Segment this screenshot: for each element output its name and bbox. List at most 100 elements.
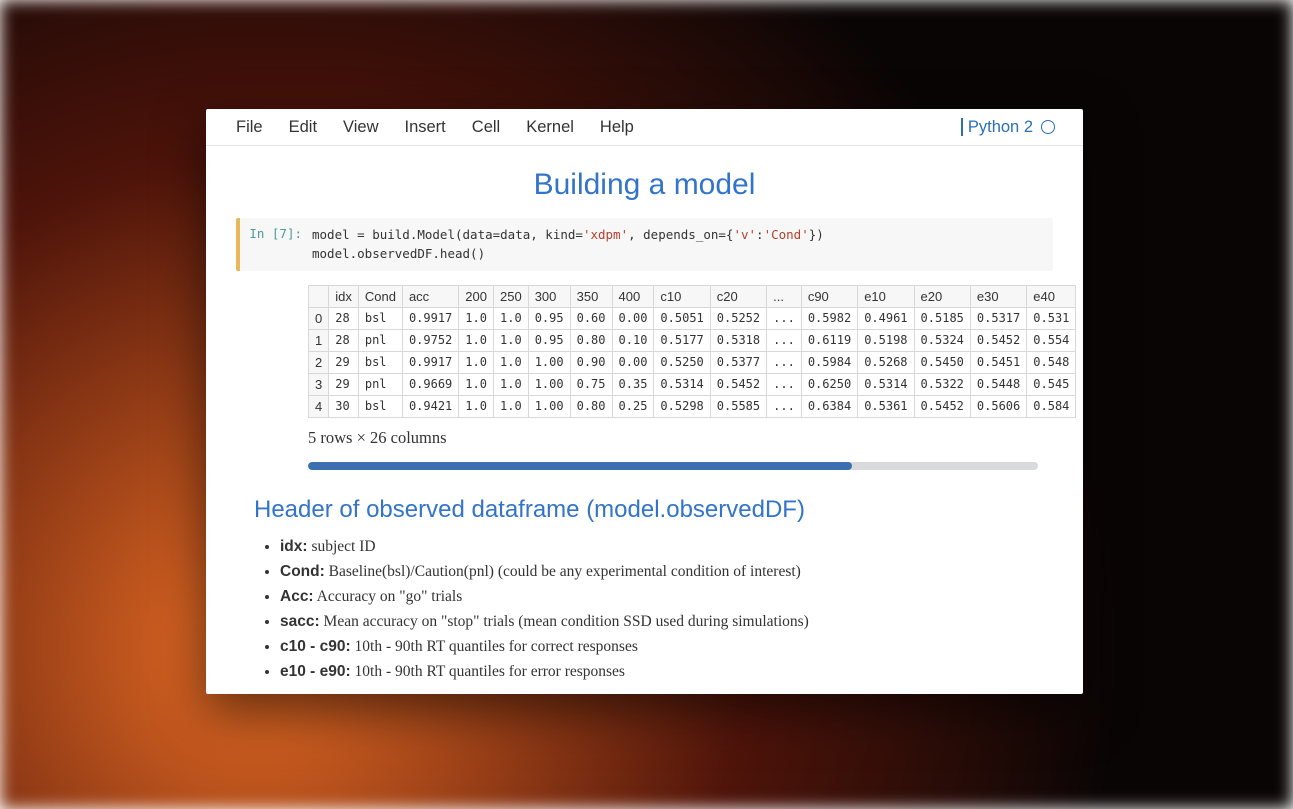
col-header: 400 <box>612 285 654 307</box>
cell-value: 0.25 <box>612 395 654 417</box>
cell-value: 0.80 <box>570 329 612 351</box>
cell-value: 0.6250 <box>801 373 857 395</box>
cell-value: 0.5322 <box>914 373 970 395</box>
list-item: Acc: Accuracy on "go" trials <box>280 584 1053 609</box>
cell-value: 0.5314 <box>654 373 710 395</box>
cell-value: 0.5984 <box>801 351 857 373</box>
cell-value: 0.5198 <box>858 329 914 351</box>
page-title: Building a model <box>236 168 1053 202</box>
cell-value: 0.75 <box>570 373 612 395</box>
menu-view[interactable]: View <box>343 118 378 137</box>
col-header: 300 <box>528 285 570 307</box>
row-index: 4 <box>309 395 329 417</box>
cell-value: 29 <box>329 351 359 373</box>
cell-value: 0.5452 <box>914 395 970 417</box>
cell-value: pnl <box>358 329 402 351</box>
kernel-indicator[interactable]: Python 2 <box>961 118 1055 137</box>
table-row: 128pnl0.97521.01.00.950.800.100.51770.53… <box>309 329 1076 351</box>
cell-output: idxCondacc200250300350400c10c20...c90e10… <box>308 285 1053 418</box>
horizontal-scrollbar[interactable] <box>308 462 1038 470</box>
menu-cell[interactable]: Cell <box>472 118 500 137</box>
cell-value: pnl <box>358 373 402 395</box>
menu-edit[interactable]: Edit <box>289 118 317 137</box>
cell-value: 0.5606 <box>970 395 1026 417</box>
cell-value: 1.0 <box>494 395 529 417</box>
code-cell[interactable]: In [7]: model = build.Model(data=data, k… <box>236 218 1053 271</box>
cell-value: 0.5185 <box>914 307 970 329</box>
cell-value: 0.5051 <box>654 307 710 329</box>
row-index: 0 <box>309 307 329 329</box>
cell-value: 0.5314 <box>858 373 914 395</box>
cell-value: 1.0 <box>459 307 494 329</box>
cell-value: 1.00 <box>528 395 570 417</box>
cell-value: 0.5982 <box>801 307 857 329</box>
row-index: 2 <box>309 351 329 373</box>
cell-prompt: In [7]: <box>240 225 302 264</box>
term: e10 - e90: <box>280 663 351 680</box>
term: Acc: <box>280 588 314 605</box>
col-header: c90 <box>801 285 857 307</box>
col-header: e20 <box>914 285 970 307</box>
cell-value: 0.90 <box>570 351 612 373</box>
table-row: 028bsl0.99171.01.00.950.600.000.50510.52… <box>309 307 1076 329</box>
notebook-content: Building a model In [7]: model = build.M… <box>206 168 1083 684</box>
cell-value: 0.9917 <box>402 307 458 329</box>
menu-file[interactable]: File <box>236 118 263 137</box>
list-item: c10 - c90: 10th - 90th RT quantiles for … <box>280 634 1053 659</box>
cell-value: 0.10 <box>612 329 654 351</box>
cell-value: 28 <box>329 307 359 329</box>
cell-value: 1.0 <box>459 329 494 351</box>
kernel-name: Python 2 <box>968 118 1033 137</box>
cell-value: 0.00 <box>612 307 654 329</box>
cell-value: 1.00 <box>528 351 570 373</box>
col-header: 350 <box>570 285 612 307</box>
cell-value: 0.5585 <box>710 395 766 417</box>
cell-value: 1.0 <box>494 351 529 373</box>
col-header: c20 <box>710 285 766 307</box>
cell-value: 1.0 <box>494 329 529 351</box>
cell-value: 0.5298 <box>654 395 710 417</box>
scrollbar-thumb[interactable] <box>308 462 852 470</box>
col-header: e40 <box>1027 285 1076 307</box>
col-header: c10 <box>654 285 710 307</box>
col-header: 200 <box>459 285 494 307</box>
dataframe-table: idxCondacc200250300350400c10c20...c90e10… <box>308 285 1076 418</box>
cell-value: 1.0 <box>494 373 529 395</box>
cell-value: 0.5317 <box>970 307 1026 329</box>
cell-value: 0.9669 <box>402 373 458 395</box>
term: c10 - c90: <box>280 638 351 655</box>
cell-value: 0.5452 <box>970 329 1026 351</box>
col-header: 250 <box>494 285 529 307</box>
cell-value: 0.95 <box>528 307 570 329</box>
description-list: idx: subject IDCond: Baseline(bsl)/Cauti… <box>280 534 1053 685</box>
col-header: acc <box>402 285 458 307</box>
kernel-status-icon <box>1041 120 1055 134</box>
notebook-panel: File Edit View Insert Cell Kernel Help Python … <box>206 109 1083 694</box>
cell-value: 0.5450 <box>914 351 970 373</box>
col-header: e30 <box>970 285 1026 307</box>
cell-value: 0.545 <box>1027 373 1076 395</box>
cell-value: 0.9917 <box>402 351 458 373</box>
term: idx: <box>280 538 308 555</box>
menu-kernel[interactable]: Kernel <box>526 118 574 137</box>
cell-value: 0.6119 <box>801 329 857 351</box>
cell-value: 0.5377 <box>710 351 766 373</box>
cell-value: 0.531 <box>1027 307 1076 329</box>
list-item: e10 - e90: 10th - 90th RT quantiles for … <box>280 659 1053 684</box>
row-index: 3 <box>309 373 329 395</box>
section-header: Header of observed dataframe (model.obse… <box>254 496 1053 524</box>
cell-value: 0.5268 <box>858 351 914 373</box>
cell-value: ... <box>767 373 802 395</box>
cell-value: 0.80 <box>570 395 612 417</box>
cell-value: 0.5250 <box>654 351 710 373</box>
menu-help[interactable]: Help <box>600 118 634 137</box>
cell-code[interactable]: model = build.Model(data=data, kind='xdp… <box>302 225 824 264</box>
list-item: Cond: Baseline(bsl)/Caution(pnl) (could … <box>280 559 1053 584</box>
cell-value: 0.5451 <box>970 351 1026 373</box>
cell-value: 0.60 <box>570 307 612 329</box>
menu-insert[interactable]: Insert <box>405 118 446 137</box>
cell-value: 1.0 <box>459 373 494 395</box>
col-header: Cond <box>358 285 402 307</box>
col-header: ... <box>767 285 802 307</box>
kernel-bar-icon <box>961 118 963 136</box>
